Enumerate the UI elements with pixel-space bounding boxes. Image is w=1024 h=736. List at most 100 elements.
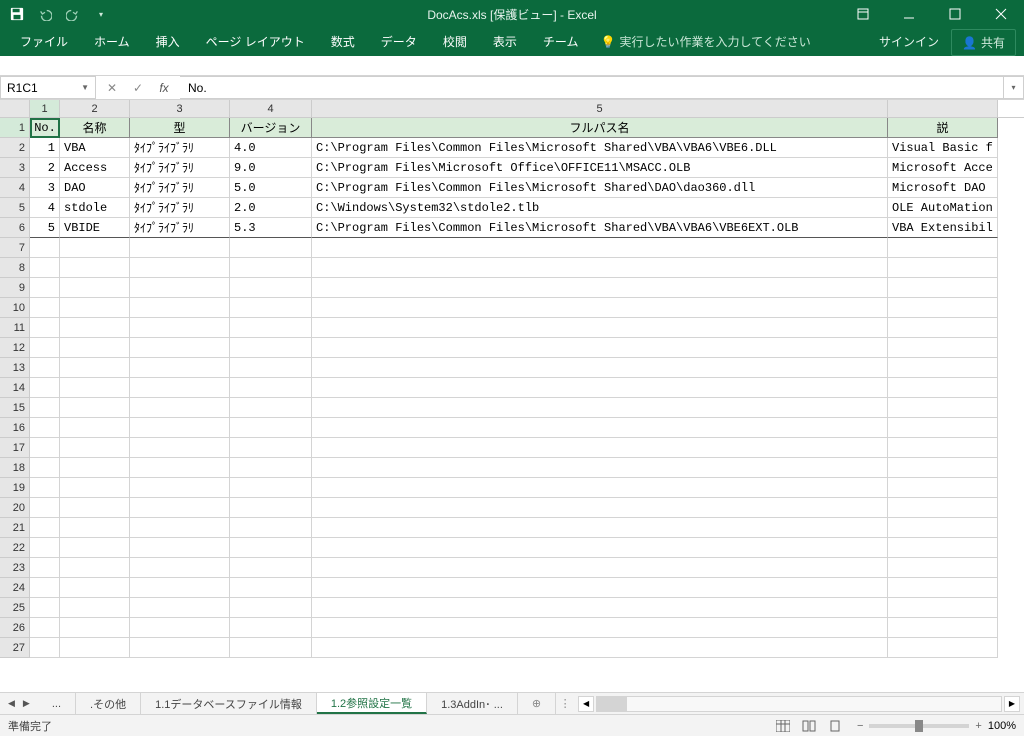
- tab-insert[interactable]: 挿入: [144, 27, 192, 56]
- data-cell[interactable]: [312, 338, 888, 358]
- tab-formulas[interactable]: 数式: [319, 27, 367, 56]
- share-button[interactable]: 👤 共有: [951, 29, 1016, 56]
- data-cell[interactable]: [312, 538, 888, 558]
- data-cell[interactable]: [312, 258, 888, 278]
- data-cell[interactable]: [60, 438, 130, 458]
- data-cell[interactable]: [60, 458, 130, 478]
- data-cell[interactable]: [60, 298, 130, 318]
- data-cell[interactable]: [60, 278, 130, 298]
- data-cell[interactable]: Microsoft Acce: [888, 158, 998, 178]
- data-cell[interactable]: [312, 498, 888, 518]
- data-cell[interactable]: [130, 438, 230, 458]
- row-header[interactable]: 2: [0, 138, 30, 158]
- maximize-button[interactable]: [932, 0, 978, 28]
- data-cell[interactable]: [30, 238, 60, 258]
- row-header[interactable]: 5: [0, 198, 30, 218]
- zoom-slider[interactable]: [869, 724, 969, 728]
- data-cell[interactable]: [130, 518, 230, 538]
- view-page-layout-button[interactable]: [797, 717, 821, 735]
- column-header[interactable]: 1: [30, 100, 60, 117]
- row-header[interactable]: 8: [0, 258, 30, 278]
- data-cell[interactable]: [312, 558, 888, 578]
- row-header[interactable]: 3: [0, 158, 30, 178]
- data-cell[interactable]: [230, 418, 312, 438]
- data-cell[interactable]: [60, 258, 130, 278]
- data-cell[interactable]: [60, 358, 130, 378]
- data-cell[interactable]: ﾀｲﾌﾟﾗｲﾌﾞﾗﾘ: [130, 218, 230, 238]
- data-cell[interactable]: [60, 418, 130, 438]
- row-header[interactable]: 23: [0, 558, 30, 578]
- sheet-tab[interactable]: 1.1データベースファイル情報: [141, 693, 317, 714]
- data-cell[interactable]: [130, 318, 230, 338]
- data-cell[interactable]: [130, 398, 230, 418]
- close-button[interactable]: [978, 0, 1024, 28]
- data-cell[interactable]: stdole: [60, 198, 130, 218]
- data-cell[interactable]: [130, 258, 230, 278]
- row-header[interactable]: 24: [0, 578, 30, 598]
- data-cell[interactable]: [30, 378, 60, 398]
- data-cell[interactable]: [30, 418, 60, 438]
- data-cell[interactable]: [230, 278, 312, 298]
- save-button[interactable]: [6, 3, 28, 25]
- row-header[interactable]: 19: [0, 478, 30, 498]
- data-cell[interactable]: [130, 558, 230, 578]
- data-cell[interactable]: [312, 478, 888, 498]
- data-cell[interactable]: [230, 518, 312, 538]
- ribbon-display-button[interactable]: [840, 0, 886, 28]
- data-cell[interactable]: [60, 618, 130, 638]
- data-cell[interactable]: [60, 598, 130, 618]
- row-header[interactable]: 9: [0, 278, 30, 298]
- row-header[interactable]: 13: [0, 358, 30, 378]
- data-cell[interactable]: [312, 398, 888, 418]
- data-cell[interactable]: [60, 478, 130, 498]
- row-header[interactable]: 22: [0, 538, 30, 558]
- data-cell[interactable]: [312, 358, 888, 378]
- view-page-break-button[interactable]: [823, 717, 847, 735]
- data-cell[interactable]: [30, 298, 60, 318]
- data-cell[interactable]: Microsoft DAO: [888, 178, 998, 198]
- hscroll-thumb[interactable]: [597, 697, 627, 711]
- data-cell[interactable]: [130, 538, 230, 558]
- data-cell[interactable]: [312, 438, 888, 458]
- tab-team[interactable]: チーム: [531, 27, 591, 56]
- data-cell[interactable]: [30, 618, 60, 638]
- select-all-corner[interactable]: [0, 100, 30, 117]
- row-header[interactable]: 7: [0, 238, 30, 258]
- data-cell[interactable]: [230, 578, 312, 598]
- data-cell[interactable]: 4: [30, 198, 60, 218]
- expand-formula-bar-button[interactable]: ▾: [1004, 76, 1024, 99]
- minimize-button[interactable]: [886, 0, 932, 28]
- data-cell[interactable]: [312, 618, 888, 638]
- data-cell[interactable]: [60, 378, 130, 398]
- data-cell[interactable]: [230, 638, 312, 658]
- hscroll-left-button[interactable]: ◀: [578, 696, 594, 712]
- column-header[interactable]: 4: [230, 100, 312, 117]
- data-cell[interactable]: [60, 498, 130, 518]
- data-cell[interactable]: [230, 498, 312, 518]
- data-cell[interactable]: [30, 578, 60, 598]
- data-cell[interactable]: [130, 638, 230, 658]
- data-cell[interactable]: [888, 258, 998, 278]
- data-cell[interactable]: [30, 258, 60, 278]
- data-cell[interactable]: [312, 378, 888, 398]
- data-cell[interactable]: [312, 638, 888, 658]
- data-cell[interactable]: Access: [60, 158, 130, 178]
- data-cell[interactable]: [130, 238, 230, 258]
- column-header[interactable]: [888, 100, 998, 117]
- data-cell[interactable]: [230, 318, 312, 338]
- data-cell[interactable]: [312, 298, 888, 318]
- data-cell[interactable]: [130, 338, 230, 358]
- data-cell[interactable]: [230, 238, 312, 258]
- redo-button[interactable]: [62, 3, 84, 25]
- data-cell[interactable]: [230, 538, 312, 558]
- data-cell[interactable]: [888, 298, 998, 318]
- data-cell[interactable]: [30, 518, 60, 538]
- data-cell[interactable]: [888, 338, 998, 358]
- data-cell[interactable]: [60, 238, 130, 258]
- data-cell[interactable]: [30, 598, 60, 618]
- data-cell[interactable]: C:\Windows\System32\stdole2.tlb: [312, 198, 888, 218]
- header-cell[interactable]: No.: [30, 118, 60, 138]
- data-cell[interactable]: [130, 378, 230, 398]
- zoom-in-button[interactable]: +: [975, 720, 981, 732]
- row-header[interactable]: 10: [0, 298, 30, 318]
